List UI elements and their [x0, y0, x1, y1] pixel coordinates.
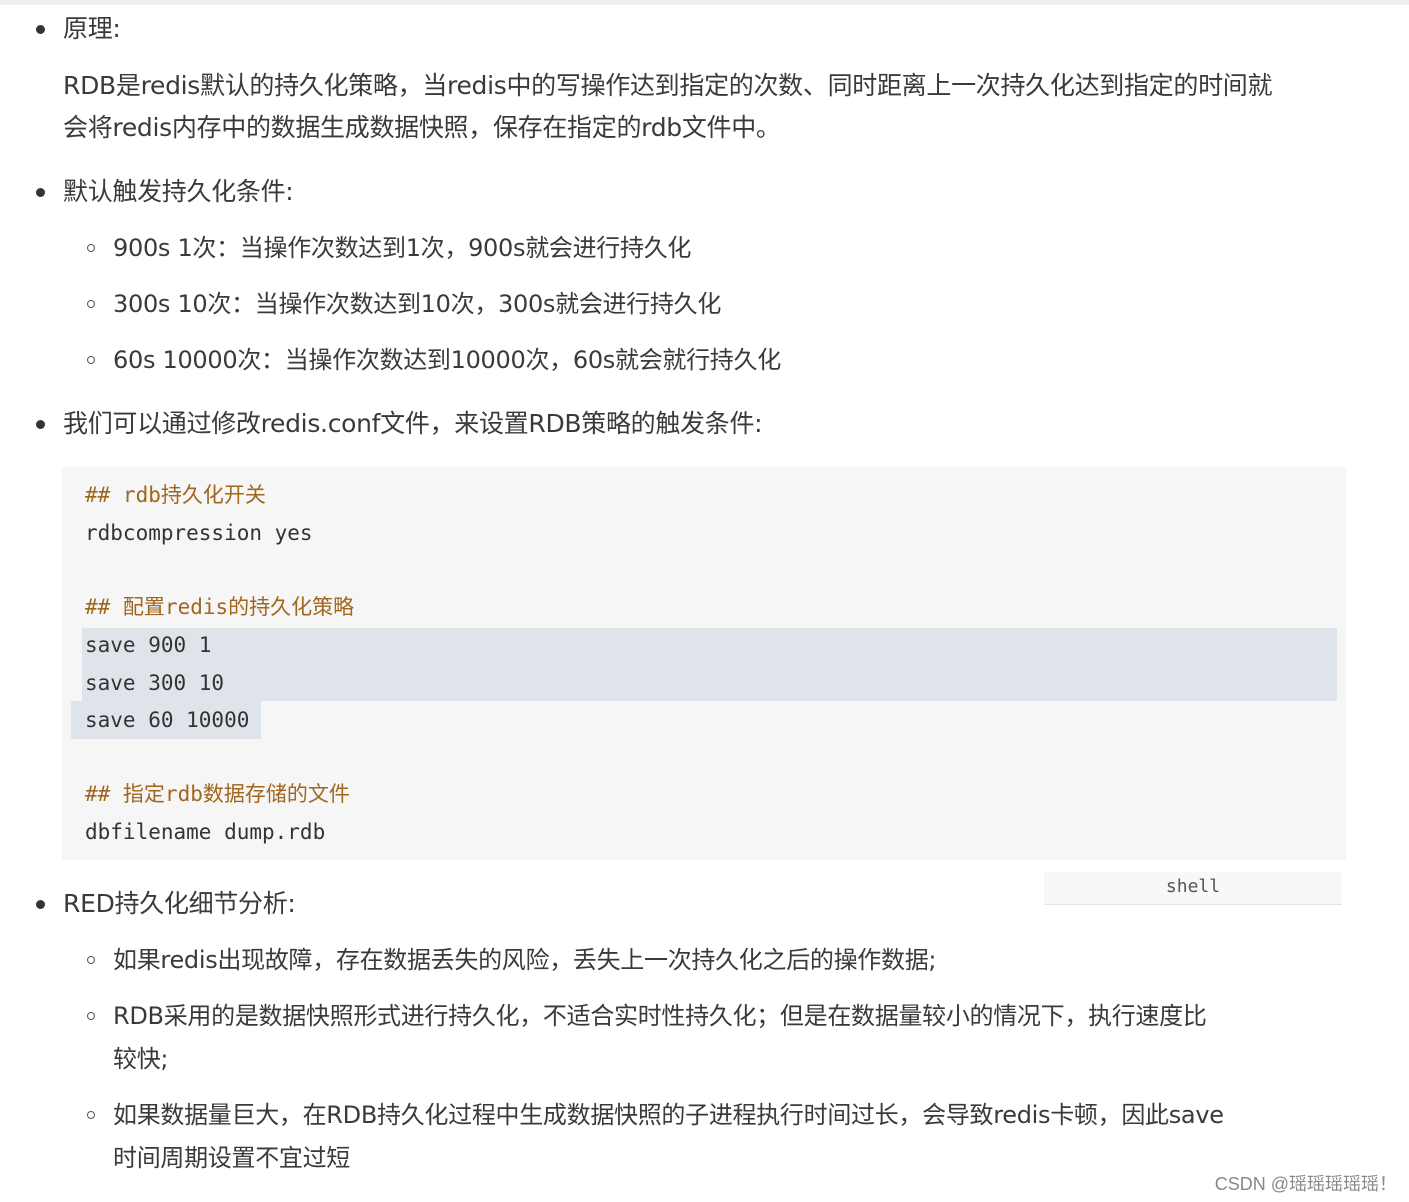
code-comment: ## 配置redis的持久化策略: [85, 595, 355, 619]
code-comment: ## 指定rdb数据存储的文件: [85, 782, 350, 806]
top-bar: [0, 0, 1409, 5]
sub-bullet-circle: [87, 1012, 95, 1020]
default-trigger-label: 默认触发持久化条件:: [63, 177, 294, 206]
sub-bullet-circle: [87, 356, 95, 364]
selection-highlight: [82, 628, 1337, 701]
code-line: dbfilename dump.rdb: [85, 820, 326, 844]
sub-bullet-circle: [87, 1111, 95, 1119]
default-trigger-item: 60s 10000次：当操作次数达到10000次，60s就会就行持久化: [113, 346, 781, 374]
conf-label: 我们可以通过修改redis.conf文件，来设置RDB策略的触发条件:: [63, 409, 763, 438]
sub-bullet-circle: [87, 300, 95, 308]
analysis-item-continuation: 时间周期设置不宜过短: [113, 1144, 350, 1172]
analysis-item: RDB采用的是数据快照形式进行持久化，不适合实时性持久化；但是在数据量较小的情况…: [113, 1002, 1207, 1030]
bullet-dot: [36, 188, 45, 197]
analysis-label: RED持久化细节分析:: [63, 889, 296, 918]
code-line: rdbcompression yes: [85, 521, 313, 545]
bullet-dot: [36, 25, 45, 34]
code-line: save 60 10000: [85, 708, 250, 732]
code-line: save 900 1: [85, 633, 212, 657]
principle-label: 原理:: [63, 14, 121, 43]
analysis-item: 如果redis出现故障，存在数据丢失的风险，丢失上一次持久化之后的操作数据;: [113, 946, 937, 974]
code-comment: ## rdb持久化开关: [85, 483, 266, 507]
bullet-dot: [36, 900, 45, 909]
sub-bullet-circle: [87, 956, 95, 964]
code-language-tag[interactable]: shell: [1044, 872, 1342, 905]
analysis-item-continuation: 较快;: [113, 1045, 169, 1073]
code-line: save 300 10: [85, 671, 225, 695]
csdn-watermark: CSDN @瑶瑶瑶瑶瑶！: [1214, 1174, 1397, 1194]
sub-bullet-circle: [87, 244, 95, 252]
analysis-item: 如果数据量巨大，在RDB持久化过程中生成数据快照的子进程执行时间过长，会导致re…: [113, 1101, 1224, 1129]
code-block: ## rdb持久化开关 rdbcompression yes ## 配置redi…: [62, 467, 1346, 860]
default-trigger-item: 300s 10次：当操作次数达到10次，300s就会进行持久化: [113, 290, 722, 318]
principle-paragraph-line2: 会将redis内存中的数据生成数据快照，保存在指定的rdb文件中。: [63, 113, 781, 142]
principle-paragraph-line1: RDB是redis默认的持久化策略，当redis中的写操作达到指定的次数、同时距…: [63, 71, 1273, 100]
bullet-dot: [36, 420, 45, 429]
default-trigger-item: 900s 1次：当操作次数达到1次，900s就会进行持久化: [113, 234, 692, 262]
